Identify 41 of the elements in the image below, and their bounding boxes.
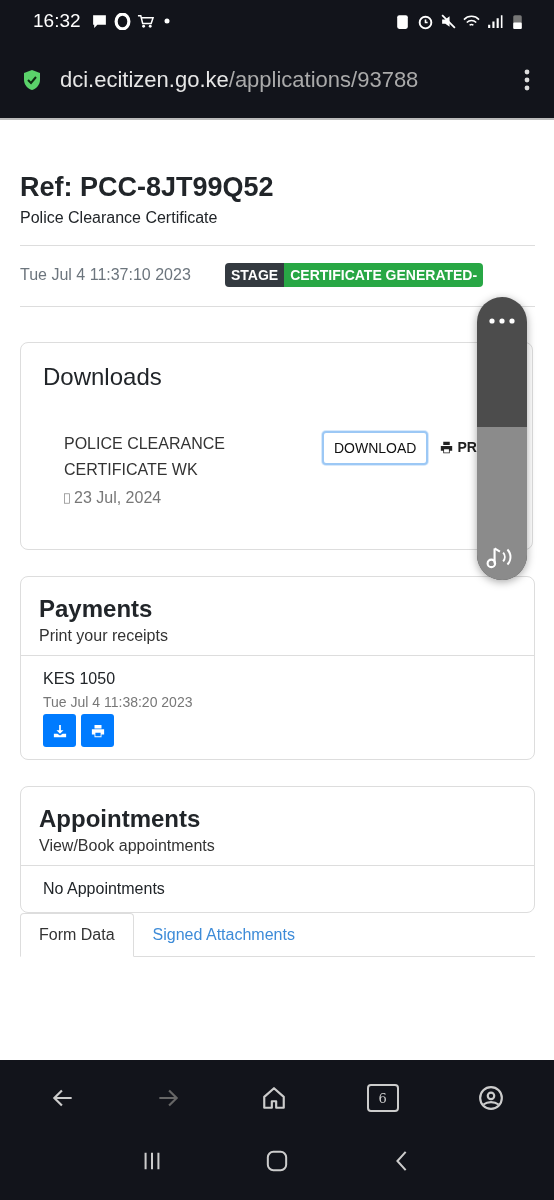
stage-status: CERTIFICATE GENERATED- <box>284 263 484 287</box>
more-icon[interactable] <box>489 318 515 324</box>
card-title: Downloads <box>43 363 163 391</box>
tab[interactable]: Form Data <box>20 913 134 957</box>
download-icon <box>52 723 67 738</box>
payment-amount: KES 1050 <box>43 670 117 688</box>
message-icon <box>90 12 108 30</box>
missing-glyph-icon <box>64 491 70 505</box>
ref-title: Ref: PCC-8JT99Q52 <box>20 172 275 203</box>
printer-icon <box>440 440 454 454</box>
mute-icon <box>440 12 457 30</box>
more-icon[interactable] <box>524 69 530 91</box>
empty-message: No Appointments <box>42 879 166 899</box>
volume-panel[interactable] <box>477 297 527 580</box>
status-time: 16:32 <box>33 10 81 32</box>
card-title: Appointments <box>39 805 202 833</box>
document-date: 23 Jul, 2024 <box>74 489 162 507</box>
ref-subtitle: Police Clearance Certificate <box>20 209 219 227</box>
document-name: POLICE CLEARANCE CERTIFICATE WK <box>64 434 226 480</box>
stage-label: STAGE <box>225 263 285 287</box>
signal-icon <box>486 12 503 30</box>
cart-icon <box>136 12 154 30</box>
tabs-button[interactable]: 6 <box>366 1084 399 1112</box>
dot-icon <box>163 18 170 24</box>
shield-icon <box>22 69 42 91</box>
card-subtitle: View/Book appointments <box>39 837 216 855</box>
print-receipt-button[interactable] <box>81 714 114 747</box>
home-button-icon[interactable] <box>266 1150 288 1172</box>
download-receipt-button[interactable] <box>43 714 76 747</box>
ring-icon <box>113 12 131 30</box>
home-icon[interactable] <box>261 1085 287 1111</box>
card-title: Payments <box>39 595 154 623</box>
payment-date: Tue Jul 4 11:38:20 2023 <box>43 694 194 710</box>
print-button[interactable]: PR <box>428 431 477 455</box>
profile-icon[interactable] <box>478 1085 505 1111</box>
application-date: Tue Jul 4 11:37:10 2023 <box>20 266 192 284</box>
printer-icon <box>90 723 105 738</box>
tab[interactable]: Signed Attachments <box>133 913 314 957</box>
download-button[interactable]: DOWNLOAD <box>322 431 429 465</box>
card-subtitle: Print your receipts <box>39 627 169 645</box>
battery-saver-icon <box>394 12 411 30</box>
